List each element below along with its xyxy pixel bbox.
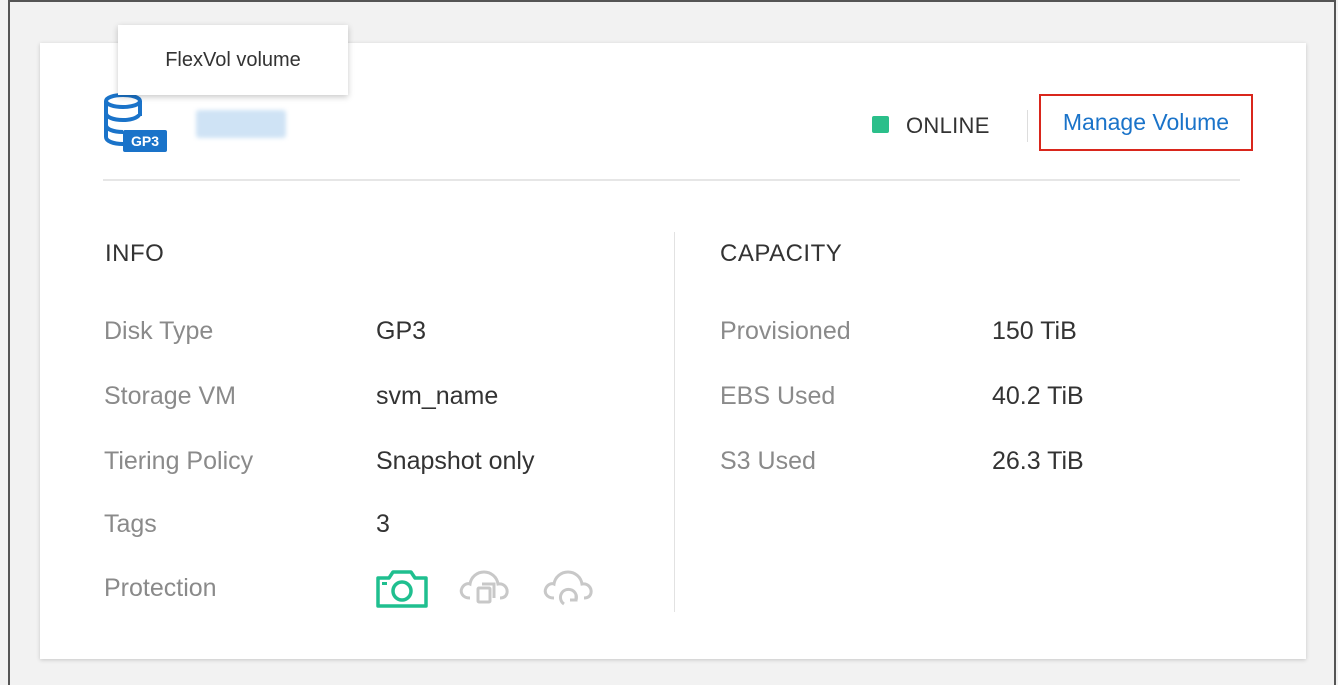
manage-volume-link[interactable]: Manage Volume xyxy=(1039,94,1253,151)
header-divider xyxy=(1027,110,1028,142)
capacity-value-ebs-used: 40.2 TiB xyxy=(992,382,1084,410)
capacity-value-s3-used: 26.3 TiB xyxy=(992,447,1084,475)
cloud-replication-icon[interactable] xyxy=(456,566,512,612)
info-value-tags: 3 xyxy=(376,510,390,538)
info-label-storage-vm: Storage VM xyxy=(104,382,237,410)
info-label-tags: Tags xyxy=(104,510,157,538)
volume-name-redacted xyxy=(196,110,286,138)
capacity-title: CAPACITY xyxy=(720,240,843,267)
column-separator xyxy=(674,232,675,612)
capacity-label-ebs-used: EBS Used xyxy=(720,382,836,410)
info-value-disk-type: GP3 xyxy=(376,317,427,345)
header-separator xyxy=(103,179,1240,181)
info-title: INFO xyxy=(105,240,165,267)
capacity-label-s3-used: S3 Used xyxy=(720,447,816,475)
volume-type-tooltip: FlexVol volume xyxy=(118,25,348,95)
database-gp3-icon: GP3 xyxy=(104,93,167,152)
capacity-value-provisioned: 150 TiB xyxy=(992,317,1077,345)
disk-badge-text: GP3 xyxy=(131,133,159,149)
tooltip-text: FlexVol volume xyxy=(165,48,301,71)
info-label-tiering-policy: Tiering Policy xyxy=(104,447,254,475)
info-label-protection: Protection xyxy=(104,574,217,602)
snapshot-camera-icon[interactable] xyxy=(374,568,430,610)
capacity-label-provisioned: Provisioned xyxy=(720,317,851,345)
cloud-backup-icon[interactable] xyxy=(540,566,596,612)
info-value-tiering-policy: Snapshot only xyxy=(376,447,535,475)
status-indicator-icon xyxy=(872,116,889,133)
volume-status: ONLINE xyxy=(906,113,990,138)
info-label-disk-type: Disk Type xyxy=(104,317,214,345)
info-value-storage-vm: svm_name xyxy=(376,382,499,410)
